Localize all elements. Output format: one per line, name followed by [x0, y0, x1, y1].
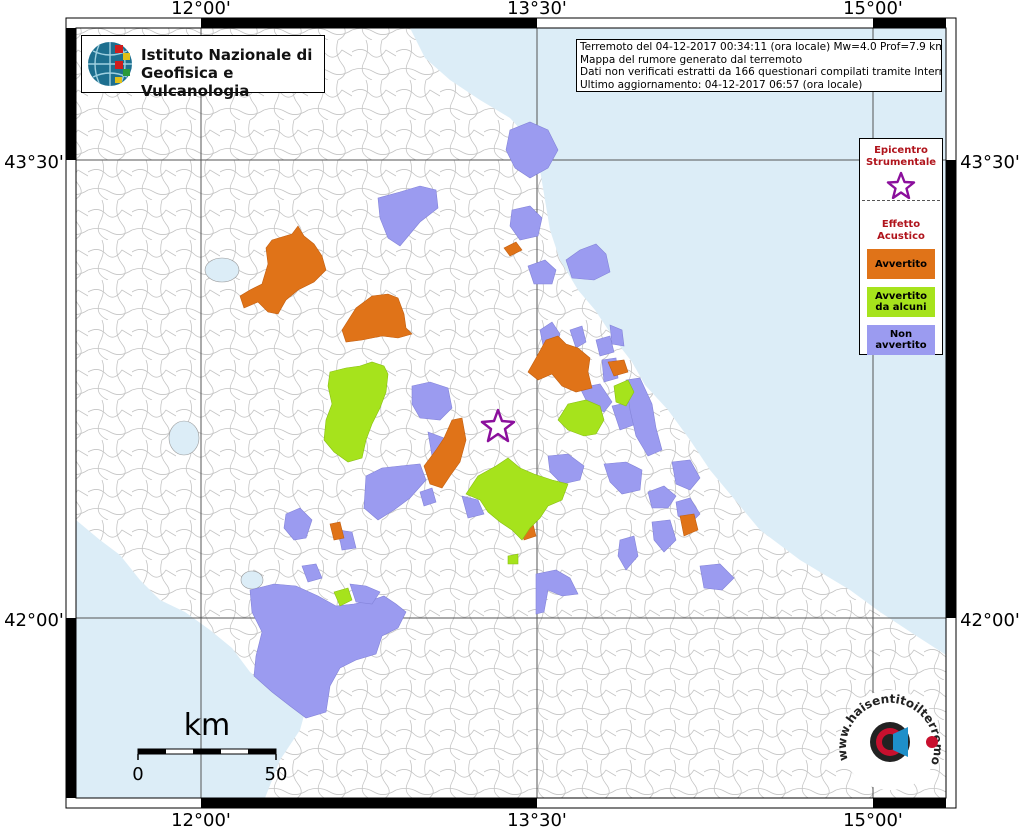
- legend-not-felt: Non avvertito: [867, 325, 935, 355]
- lat-tick-left-1: 43°30': [4, 152, 64, 173]
- legend: Epicentro Strumentale Effetto Acustico A…: [859, 138, 943, 355]
- legend-star-icon: [886, 171, 916, 199]
- logo-line-2: Geofisica e Vulcanologia: [141, 64, 250, 100]
- ingv-logo: Istituto Nazionale di Geofisica e Vulcan…: [81, 35, 325, 100]
- lat-tick-right-1: 43°30': [960, 152, 1020, 173]
- map-type-line: Mappa del rumore generato dal terremoto: [580, 53, 803, 66]
- legend-epicenter-title: Epicentro Strumentale: [865, 145, 937, 168]
- lon-tick-bottom-2: 13°30': [507, 810, 567, 830]
- event-info-box: Terremoto del 04-12-2017 00:34:11 (ora l…: [576, 39, 942, 92]
- scale-unit: km: [184, 708, 231, 743]
- lon-tick-bottom-3: 15°00': [843, 810, 903, 830]
- legend-felt-some: Avvertito da alcuni: [867, 287, 935, 317]
- logo-line-1: Istituto Nazionale di: [141, 46, 313, 64]
- lon-tick-bottom-1: 12°00': [171, 810, 231, 830]
- legend-felt: Avvertito: [867, 249, 935, 279]
- lat-tick-left-2: 42°00': [4, 610, 64, 631]
- lon-tick-top-3: 15°00': [843, 0, 903, 19]
- lat-tick-right-2: 42°00': [960, 610, 1020, 631]
- noise-map: 12°00' 13°30' 15°00' 12°00' 13°30' 15°00…: [0, 0, 1020, 830]
- legend-felt-label: Avvertito: [875, 258, 927, 270]
- legend-felt-some-label: Avvertito da alcuni: [875, 291, 927, 313]
- update-line: Ultimo aggiornamento: 04-12-2017 06:57 (…: [580, 78, 863, 91]
- scale-start: 0: [132, 764, 143, 785]
- lake-trasimeno: [204, 257, 240, 283]
- lon-tick-top-2: 13°30': [507, 0, 567, 19]
- legend-not-felt-label: Non avvertito: [875, 329, 927, 351]
- legend-effect-title: Effetto Acustico: [877, 219, 925, 242]
- scale-end: 50: [265, 764, 288, 785]
- event-line: Terremoto del 04-12-2017 00:34:11 (ora l…: [580, 41, 942, 53]
- globe-icon: [88, 42, 132, 86]
- lake-bracciano: [240, 570, 264, 590]
- lake-bolsena: [168, 420, 200, 456]
- questionnaire-line: Dati non verificati estratti da 166 ques…: [580, 66, 942, 79]
- lon-tick-top-1: 12°00': [171, 0, 231, 19]
